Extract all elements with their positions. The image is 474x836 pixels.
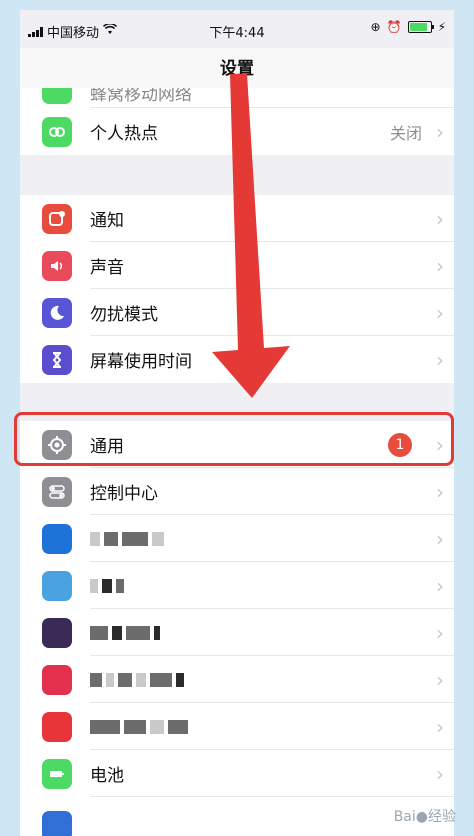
annotation-arrow	[212, 74, 290, 398]
watermark-logo: Bai●经验	[393, 809, 456, 825]
